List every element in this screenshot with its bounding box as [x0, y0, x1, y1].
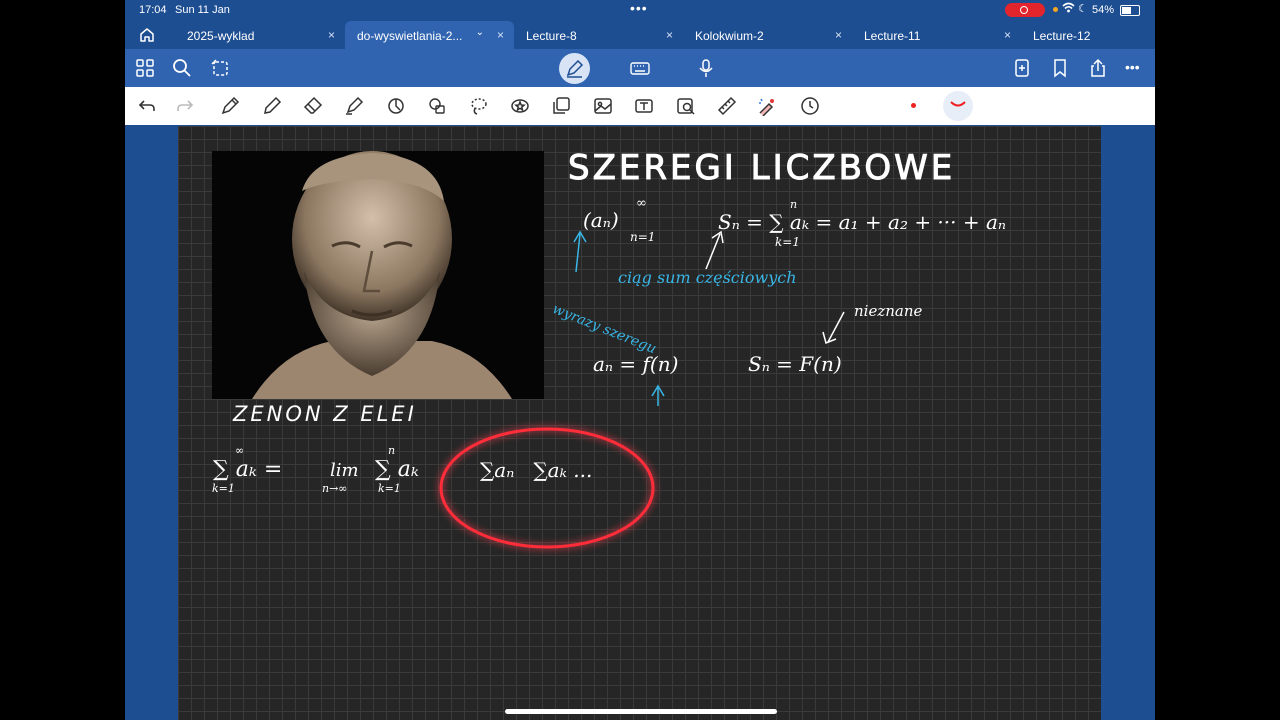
elements-tool-icon[interactable] — [427, 96, 447, 116]
tab-label: Lecture-12 — [1033, 29, 1091, 43]
tab-lecture-12[interactable]: Lecture-12 — [1021, 21, 1155, 49]
mic-indicator-icon — [1053, 7, 1058, 12]
infinite-sum: ∑ aₖ = — [213, 457, 283, 482]
ipad-screen: 17:04 Sun 11 Jan ••• ☾ 54% 2025-wyklad ×… — [125, 0, 1155, 720]
home-indicator[interactable] — [505, 709, 777, 714]
status-time: 17:04 — [139, 4, 167, 16]
tab-bar: 2025-wyklad × do-wyswietlania-2... ⌄ × L… — [125, 21, 1155, 49]
undo-icon[interactable] — [137, 96, 157, 116]
circled-sums: ∑aₙ ∑aₖ ... — [480, 458, 593, 482]
image-tool-icon[interactable] — [593, 96, 613, 116]
close-icon[interactable]: × — [666, 28, 673, 42]
screen-recording-icon[interactable] — [1005, 3, 1045, 17]
pen-tool-icon[interactable] — [220, 96, 240, 116]
close-icon[interactable]: × — [1004, 28, 1011, 42]
bookmark-icon[interactable] — [1050, 58, 1070, 78]
home-icon[interactable] — [139, 27, 155, 43]
laser-pointer-icon[interactable] — [757, 96, 777, 117]
add-page-icon[interactable] — [1012, 58, 1032, 78]
drawing-toolbar — [125, 87, 1155, 125]
status-date: Sun 11 Jan — [175, 4, 230, 16]
sticker-tool-icon[interactable] — [510, 96, 530, 116]
battery-fill — [1122, 7, 1131, 14]
export-icon[interactable] — [1088, 58, 1108, 78]
tab-label: Lecture-8 — [526, 29, 577, 43]
formula-arrow — [651, 384, 665, 406]
finite-sum: ∑ aₖ — [375, 457, 419, 482]
close-icon[interactable]: × — [328, 28, 335, 42]
red-pen-preset-button[interactable] — [943, 91, 973, 121]
label-partial-sums: ciąg sum częściowych — [618, 268, 797, 287]
finite-sum-upper: n — [388, 444, 396, 457]
share-screen-icon[interactable] — [210, 58, 230, 78]
eraser-tool-icon[interactable] — [303, 96, 323, 116]
lasso-tool-icon[interactable] — [469, 96, 489, 116]
limit-symbol: lim — [330, 460, 359, 481]
label-unknown: nieznane — [854, 302, 923, 320]
chevron-down-icon[interactable]: ⌄ — [476, 27, 484, 38]
clock-icon[interactable] — [800, 96, 820, 116]
tab-lecture-11[interactable]: Lecture-11 × — [852, 21, 1021, 49]
close-icon[interactable]: × — [835, 28, 842, 42]
more-options-icon[interactable]: ••• — [1125, 59, 1145, 79]
microphone-icon[interactable] — [696, 58, 716, 78]
pen-mode-button[interactable] — [559, 53, 590, 84]
infinite-sum-upper: ∞ — [235, 444, 245, 457]
unknown-arrow — [822, 311, 845, 345]
limit-subscript: n→∞ — [322, 482, 348, 495]
tab-do-wyswietlania[interactable]: do-wyswietlania-2... ⌄ × — [345, 21, 514, 49]
battery-icon — [1120, 5, 1140, 16]
copy-tool-icon[interactable] — [551, 96, 571, 116]
keyboard-icon[interactable] — [630, 58, 650, 78]
shape-tool-icon[interactable] — [386, 96, 406, 116]
scan-tool-icon[interactable] — [676, 96, 696, 116]
tab-label: Kolokwium-2 — [695, 29, 764, 43]
circled-annotation — [439, 427, 655, 549]
tab-label: 2025-wyklad — [187, 29, 255, 43]
red-color-swatch[interactable] — [911, 103, 916, 108]
focus-moon-icon: ☾ — [1078, 3, 1088, 15]
tab-kolokwium-2[interactable]: Kolokwium-2 × — [683, 21, 852, 49]
tab-2025-wyklad[interactable]: 2025-wyklad × — [175, 21, 345, 49]
grid-view-icon[interactable] — [135, 58, 155, 78]
redo-icon[interactable] — [175, 96, 195, 116]
highlighter-tool-icon[interactable] — [344, 96, 364, 116]
note-canvas[interactable]: SZEREGI LICZBOWE (aₙ) ∞ n=1 Sₙ = ∑ aₖ = … — [178, 126, 1101, 720]
search-icon[interactable] — [172, 58, 192, 78]
tab-label: Lecture-11 — [864, 29, 921, 43]
pencil-tool-icon[interactable] — [262, 96, 282, 116]
tab-label: do-wyswietlania-2... — [357, 29, 463, 43]
battery-percent: 54% — [1092, 4, 1115, 16]
close-icon[interactable]: × — [497, 28, 504, 42]
document-toolbar: ••• — [125, 49, 1155, 87]
ruler-tool-icon[interactable] — [717, 96, 737, 116]
text-tool-icon[interactable] — [634, 96, 654, 116]
terms-arrow — [573, 230, 587, 273]
multitask-dots-icon[interactable]: ••• — [630, 0, 648, 16]
status-bar: 17:04 Sun 11 Jan ••• ☾ 54% — [125, 0, 1155, 20]
finite-sum-index: k=1 — [378, 482, 401, 495]
wifi-icon — [1062, 2, 1075, 16]
term-formula: aₙ = f(n) — [593, 352, 679, 376]
infinite-sum-index: k=1 — [212, 482, 235, 495]
tab-lecture-8[interactable]: Lecture-8 × — [514, 21, 683, 49]
partial-sum-arrow — [705, 230, 724, 270]
portrait-caption: ZENON Z ELEI — [233, 402, 417, 426]
partial-sum-unknown-formula: Sₙ = F(n) — [748, 352, 842, 376]
